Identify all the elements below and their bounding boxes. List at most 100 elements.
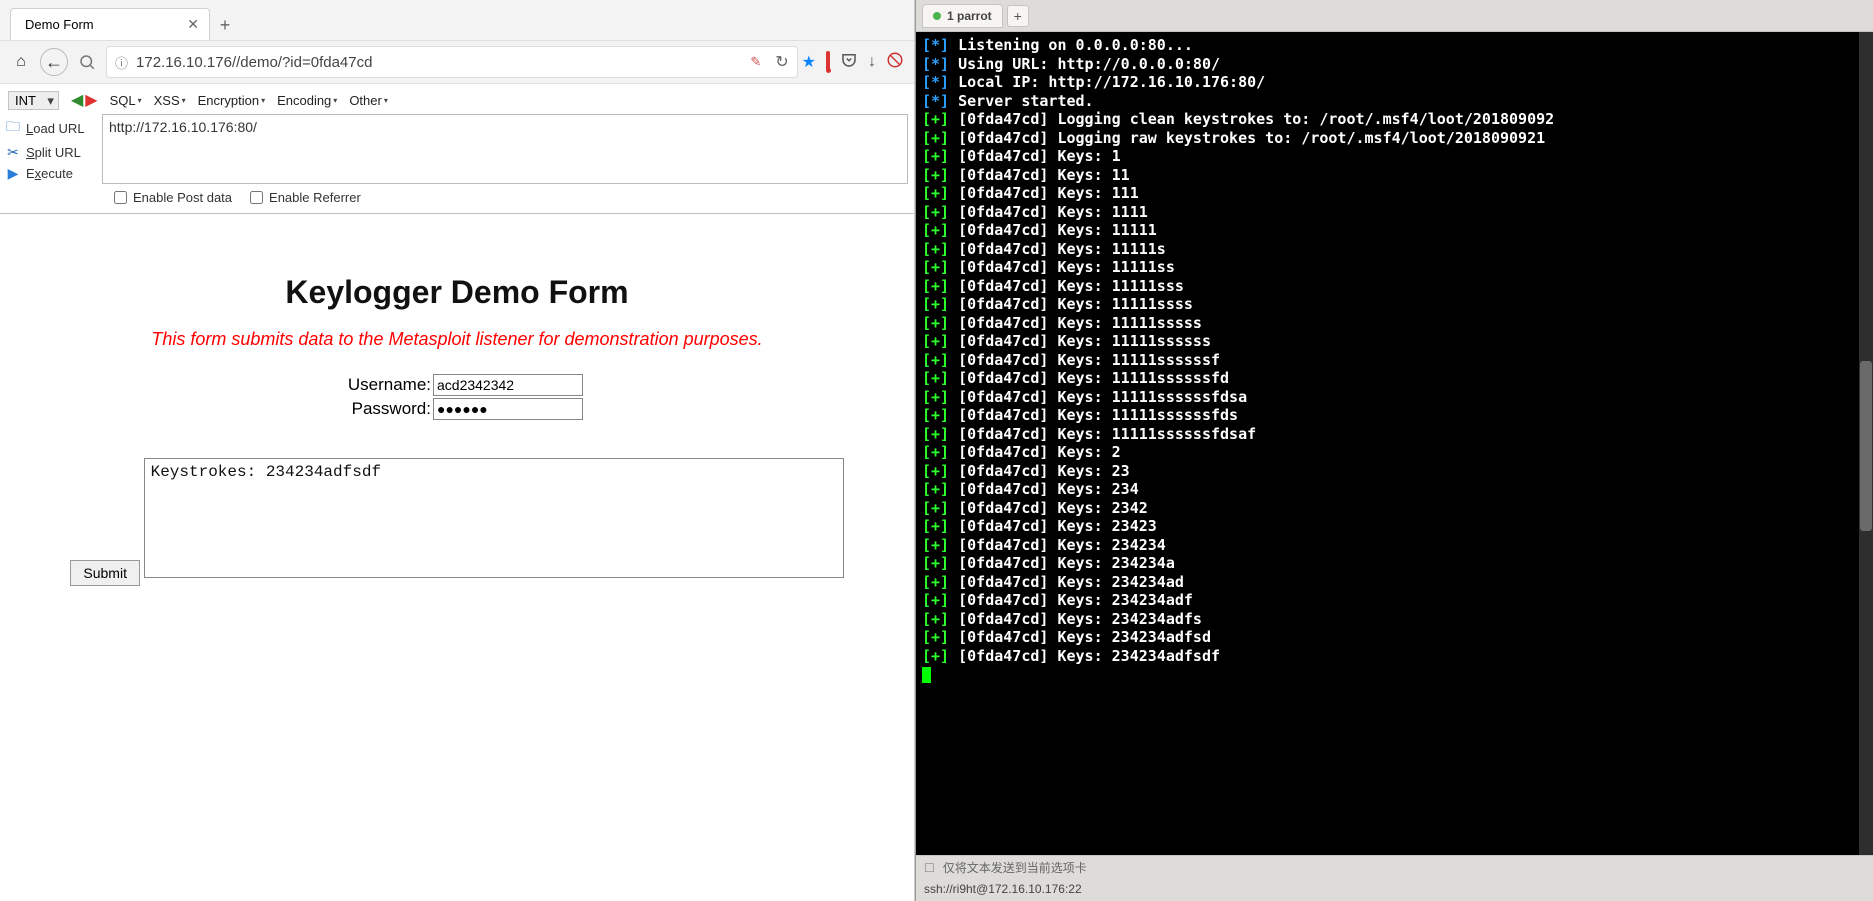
terminal-scrollbar-thumb[interactable] (1860, 361, 1872, 531)
username-input[interactable] (433, 374, 583, 396)
hackbar-enable-referrer[interactable]: Enable Referrer (250, 190, 361, 205)
folder-icon: 🗀 (6, 116, 20, 140)
terminal-line: [+] [0fda47cd] Keys: 234234adf (922, 591, 1867, 610)
page-heading: Keylogger Demo Form (0, 274, 914, 311)
terminal-line: [+] [0fda47cd] Keys: 11111ssssssfds (922, 406, 1867, 425)
play-icon: ▶ (6, 165, 20, 182)
terminal-line: [*] Listening on 0.0.0.0:80... (922, 36, 1867, 55)
site-info-icon[interactable]: ⓘ (115, 53, 128, 72)
terminal-line: [+] [0fda47cd] Keys: 11111ssssssfdsa (922, 388, 1867, 407)
hackbar-url-textarea[interactable]: http://172.16.10.176:80/ (102, 114, 908, 184)
hackbar-menu-encoding[interactable]: Encoding▾ (277, 93, 337, 108)
terminal-line: [+] [0fda47cd] Keys: 11111 (922, 221, 1867, 240)
enable-referrer-checkbox[interactable] (250, 191, 263, 204)
terminal-line: [+] [0fda47cd] Keys: 11111ssssss (922, 332, 1867, 351)
close-tab-icon[interactable]: ✕ (187, 16, 199, 33)
hackbar-arrow-left-icon[interactable]: ◀ (71, 90, 83, 110)
hackbar-load-url[interactable]: 🗀 Load URL (6, 116, 100, 140)
hackbar-split-label: Split URL (26, 145, 81, 160)
url-input[interactable] (136, 54, 742, 71)
terminal-line: [+] [0fda47cd] Keys: 234234 (922, 536, 1867, 555)
tabs-bar: Demo Form ✕ + (0, 0, 914, 40)
enable-post-checkbox[interactable] (114, 191, 127, 204)
bookmark-star-icon[interactable]: ★ (802, 52, 816, 72)
hackbar-toolbar: INT ◀ ▶ SQL▾ XSS▾ Encryption▾ Encoding▾ … (0, 84, 914, 214)
terminal-line: [+] [0fda47cd] Keys: 11111ssssssf (922, 351, 1867, 370)
back-button[interactable]: ← (40, 48, 68, 76)
page-content: Keylogger Demo Form This form submits da… (0, 214, 914, 901)
enable-post-label: Enable Post data (133, 190, 232, 205)
terminal-line: [*] Server started. (922, 92, 1867, 111)
terminal-line: [+] [0fda47cd] Keys: 234234adfs (922, 610, 1867, 629)
terminal-line: [+] [0fda47cd] Keys: 11 (922, 166, 1867, 185)
hackbar-enable-post[interactable]: Enable Post data (114, 190, 232, 205)
address-bar: ⌂ ← ⓘ ✎ ↻ ★ ↓ (0, 40, 914, 84)
download-icon[interactable]: ↓ (868, 53, 876, 71)
password-input[interactable] (433, 398, 583, 420)
pocket-icon[interactable] (840, 51, 858, 74)
hackbar-menu-encryption[interactable]: Encryption▾ (198, 93, 265, 108)
terminal-line: [+] [0fda47cd] Logging clean keystrokes … (922, 110, 1867, 129)
terminal-line: [+] [0fda47cd] Keys: 234234a (922, 554, 1867, 573)
hackbar-execute[interactable]: ▶ Execute (6, 165, 100, 182)
browser-window: Demo Form ✕ + ⌂ ← ⓘ ✎ ↻ ★ (0, 0, 915, 901)
browser-tab-active[interactable]: Demo Form ✕ (10, 8, 210, 40)
hackbar-select[interactable]: INT (8, 91, 59, 110)
feather-icon[interactable]: ✎ (750, 54, 761, 70)
tab-title: Demo Form (25, 17, 94, 32)
hackbar-arrow-right-icon[interactable]: ▶ (85, 90, 97, 110)
terminal-line: [+] [0fda47cd] Logging raw keystrokes to… (922, 129, 1867, 148)
terminal-line: [+] [0fda47cd] Keys: 11111ssss (922, 295, 1867, 314)
extension-icon[interactable] (826, 53, 830, 71)
home-button[interactable]: ⌂ (6, 47, 36, 77)
terminal-line: [+] [0fda47cd] Keys: 11111s (922, 240, 1867, 259)
password-label: Password: (331, 399, 431, 419)
hackbar-menu-other[interactable]: Other▾ (349, 93, 388, 108)
terminal-panel: 1 parrot + [*] Listening on 0.0.0.0:80..… (915, 0, 1873, 901)
terminal-line: [+] [0fda47cd] Keys: 11111ssssssfd (922, 369, 1867, 388)
username-label: Username: (331, 375, 431, 395)
terminal-footer: ☐ 仅将文本发送到当前选项卡 ssh://ri9ht@172.16.10.176… (916, 855, 1873, 901)
terminal-line: [+] [0fda47cd] Keys: 111 (922, 184, 1867, 203)
terminal-line: [+] [0fda47cd] Keys: 234234ad (922, 573, 1867, 592)
terminal-line: [+] [0fda47cd] Keys: 11111sssss (922, 314, 1867, 333)
terminal-line: [+] [0fda47cd] Keys: 234234adfsd (922, 628, 1867, 647)
terminal-line: [+] [0fda47cd] Keys: 234 (922, 480, 1867, 499)
hackbar-execute-label: Execute (26, 166, 73, 181)
terminal-line: [+] [0fda47cd] Keys: 2342 (922, 499, 1867, 518)
address-field[interactable]: ⓘ ✎ ↻ (106, 46, 798, 78)
terminal-line: [*] Local IP: http://172.16.10.176:80/ (922, 73, 1867, 92)
terminal-tab-active[interactable]: 1 parrot (922, 4, 1003, 28)
scissors-icon: ✂ (6, 144, 20, 161)
identity-icon[interactable] (72, 47, 102, 77)
new-tab-button[interactable]: + (210, 10, 240, 40)
terminal-line: [+] [0fda47cd] Keys: 11111ss (922, 258, 1867, 277)
terminal-line: [+] [0fda47cd] Keys: 234234adfsdf (922, 647, 1867, 666)
hackbar-sidebar: 🗀 Load URL ✂ Split URL ▶ Execute (6, 114, 102, 184)
terminal-line: [+] [0fda47cd] Keys: 1111 (922, 203, 1867, 222)
noscript-icon[interactable] (886, 51, 904, 74)
terminal-new-tab-button[interactable]: + (1007, 5, 1029, 27)
terminal-output[interactable]: [*] Listening on 0.0.0.0:80...[*] Using … (916, 32, 1873, 855)
hackbar-split-url[interactable]: ✂ Split URL (6, 144, 100, 161)
page-note: This form submits data to the Metasploit… (0, 329, 914, 350)
terminal-cursor (922, 667, 931, 683)
terminal-line: [+] [0fda47cd] Keys: 23 (922, 462, 1867, 481)
submit-button[interactable]: Submit (70, 560, 140, 586)
terminal-tabs: 1 parrot + (916, 0, 1873, 32)
status-dot-icon (933, 12, 941, 20)
reload-button[interactable]: ↻ (775, 52, 788, 72)
terminal-line: [+] [0fda47cd] Keys: 23423 (922, 517, 1867, 536)
terminal-line: [+] [0fda47cd] Keys: 11111ssssssfdsaf (922, 425, 1867, 444)
hackbar-menu-sql[interactable]: SQL▾ (110, 93, 142, 108)
hackbar-menu-xss[interactable]: XSS▾ (154, 93, 186, 108)
hackbar-load-label: Load URL (26, 121, 85, 136)
checkbox-empty-icon[interactable]: ☐ (924, 861, 935, 875)
enable-referrer-label: Enable Referrer (269, 190, 361, 205)
address-bar-tools: ★ ↓ (802, 51, 908, 74)
keystrokes-textarea[interactable]: Keystrokes: 234234adfsdf (144, 458, 844, 578)
terminal-line: [+] [0fda47cd] Keys: 11111sss (922, 277, 1867, 296)
terminal-line: [*] Using URL: http://0.0.0.0:80/ (922, 55, 1867, 74)
terminal-line: [+] [0fda47cd] Keys: 1 (922, 147, 1867, 166)
terminal-scrollbar-track[interactable] (1859, 32, 1873, 855)
